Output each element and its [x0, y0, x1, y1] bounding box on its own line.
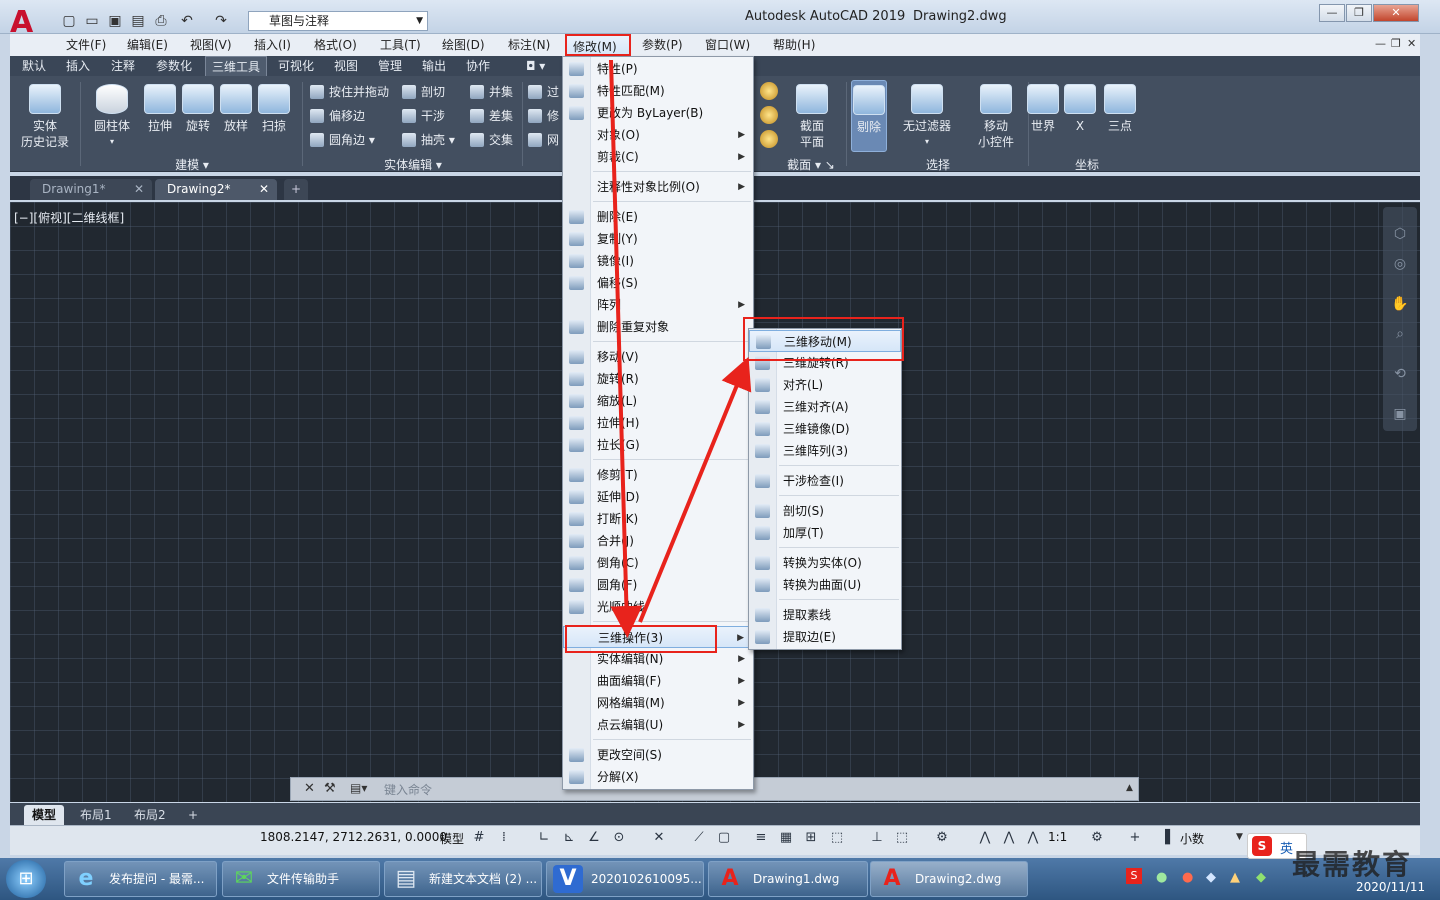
volume-tray-icon[interactable]: ◆ [1256, 870, 1266, 885]
network-tray-icon[interactable]: ▲ [1230, 870, 1240, 885]
taskbar-item-notepad[interactable]: ▤ 新建文本文档 (2) ... [384, 861, 542, 897]
sogou-icon: S [1252, 836, 1272, 856]
taskbar-item-wechat[interactable]: ✉ 文件传输助手 [222, 861, 380, 897]
wechat-icon: ✉ [234, 866, 254, 891]
autocad-icon: A [721, 866, 739, 891]
annotation-arrows [609, 59, 752, 638]
taskbar-item-browser[interactable]: e 发布提问 - 最需... [64, 861, 217, 897]
video-app-icon: V [553, 865, 583, 893]
taskbar-label: 文件传输助手 [267, 872, 340, 886]
taskbar-label: 新建文本文档 (2) ... [429, 872, 538, 886]
start-button[interactable]: ⊞ [6, 860, 46, 898]
taskbar-item-drawing1[interactable]: A Drawing1.dwg [708, 861, 868, 897]
annotation-arrow-up [638, 356, 752, 623]
sogou-tray-icon[interactable]: S [1126, 868, 1142, 884]
windows-taskbar: ⊞ e 发布提问 - 最需... ✉ 文件传输助手 ▤ 新建文本文档 (2) ... … [0, 858, 1440, 900]
wechat-tray-icon[interactable]: ● [1156, 870, 1167, 885]
taskbar-item-drawing2[interactable]: A Drawing2.dwg [870, 861, 1028, 897]
taskbar-label: 发布提问 - 最需... [109, 872, 205, 886]
shield-tray-icon[interactable]: ◆ [1206, 870, 1216, 885]
watermark: 最需教育 [1292, 848, 1413, 881]
taskbar-label: Drawing1.dwg [753, 872, 840, 886]
weibo-tray-icon[interactable]: ● [1182, 870, 1193, 885]
taskbar-item-video[interactable]: V 2020102610095... [546, 861, 704, 897]
taskbar-label: 2020102610095... [591, 872, 702, 886]
ie-icon: e [78, 866, 94, 891]
notepad-icon: ▤ [395, 866, 417, 891]
autocad-icon: A [883, 866, 901, 891]
taskbar-label: Drawing2.dwg [915, 872, 1002, 886]
annotation-arrow-down [609, 59, 643, 638]
